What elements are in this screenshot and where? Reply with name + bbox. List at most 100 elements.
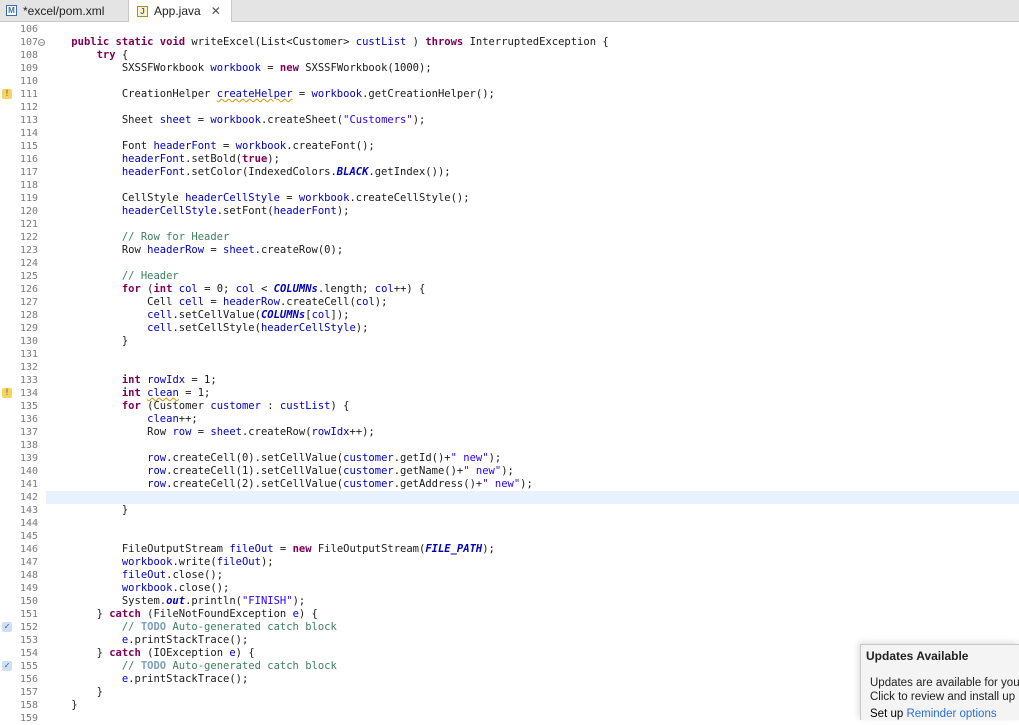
code-line[interactable]: 123 Row headerRow = sheet.createRow(0); [0,244,1019,257]
code-token: = [204,244,224,256]
tab-app-java[interactable]: J App.java ✕ [128,0,232,22]
code-token: CellStyle [46,192,186,204]
code-token: { [121,49,129,61]
code-line[interactable]: 118 [0,179,1019,192]
code-text: int clean = 1; [46,387,211,400]
line-number: 156 [19,674,38,685]
warning-marker-icon[interactable]: ! [2,89,12,99]
code-line[interactable]: 141 row.createCell(2).setCellValue(custo… [0,478,1019,491]
updates-notification[interactable]: Updates Available Updates are available … [860,644,1019,720]
reminder-options-link[interactable]: Reminder options [906,708,996,720]
code-token: (IOException [147,647,230,659]
code-token: workbook [298,192,350,204]
code-line[interactable]: 140 row.createCell(1).setCellValue(custo… [0,465,1019,478]
fold-toggle-icon[interactable]: − [38,39,45,47]
code-token: rowIdx [147,374,186,386]
code-token: sheet [223,244,255,256]
code-editor[interactable]: 106 107− public static void writeExcel(Li… [0,22,1019,724]
code-line[interactable]: 138 [0,439,1019,452]
code-line[interactable]: 143 } [0,504,1019,517]
code-line[interactable]: 139 row.createCell(0).setCellValue(custo… [0,452,1019,465]
code-line[interactable]: 121 [0,218,1019,231]
code-line[interactable]: 148 fileOut.close(); [0,569,1019,582]
code-line[interactable]: 115 Font headerFont = workbook.createFon… [0,140,1019,153]
code-token: ++; [178,413,198,425]
code-line[interactable]: 134! int clean = 1; [0,387,1019,400]
code-line[interactable]: 146 FileOutputStream fileOut = new FileO… [0,543,1019,556]
setup-label: Set up [870,708,904,720]
code-token: col [235,283,255,295]
code-line[interactable]: 129 cell.setCellStyle(headerCellStyle); [0,322,1019,335]
code-line[interactable]: 142 [0,491,1019,504]
code-text: } catch (IOException e) { [46,647,255,660]
task-marker-icon[interactable]: ✓ [2,622,12,632]
code-line[interactable]: 108 try { [0,49,1019,62]
warning-marker-icon[interactable]: ! [2,388,12,398]
notification-message[interactable]: Updates are available for you Click to r… [870,676,1019,704]
code-line[interactable]: 133 int rowIdx = 1; [0,374,1019,387]
code-line[interactable]: 106 [0,23,1019,36]
code-text: fileOut.close(); [46,569,223,582]
code-line[interactable]: 120 headerCellStyle.setFont(headerFont); [0,205,1019,218]
code-line[interactable]: 135 for (Customer customer : custList) { [0,400,1019,413]
code-line[interactable]: 124 [0,257,1019,270]
code-line[interactable]: 111! CreationHelper createHelper = workb… [0,88,1019,101]
code-line[interactable]: 107− public static void writeExcel(List<… [0,36,1019,49]
code-line[interactable]: 145 [0,530,1019,543]
notification-line-2: Click to review and install up [870,691,1016,703]
code-token: // Row for Header [121,231,230,243]
code-token: fileOut [121,569,167,581]
code-line[interactable]: 117 headerFont.setColor(IndexedColors.BL… [0,166,1019,179]
code-token: int [153,283,179,295]
code-line[interactable]: 126 for (int col = 0; col < COLUMNs.leng… [0,283,1019,296]
task-marker-icon[interactable]: ✓ [2,661,12,671]
code-token: BLACK [336,166,369,178]
code-line[interactable]: 113 Sheet sheet = workbook.createSheet("… [0,114,1019,127]
code-text: headerFont.setColor(IndexedColors.BLACK.… [46,166,451,179]
code-line[interactable]: 152 ✓ // TODO Auto-generated catch block [0,621,1019,634]
code-line[interactable]: 150 System.out.println("FINISH"); [0,595,1019,608]
code-token: catch [109,608,148,620]
code-line[interactable]: 119 CellStyle headerCellStyle = workbook… [0,192,1019,205]
code-token: throws [425,36,470,48]
code-line[interactable]: 130 } [0,335,1019,348]
code-token: customer [210,400,261,412]
code-line[interactable]: 112 [0,101,1019,114]
code-line[interactable]: 127 Cell cell = headerRow.createCell(col… [0,296,1019,309]
code-line[interactable]: 131 [0,348,1019,361]
code-token: } [46,686,103,698]
code-line[interactable]: 137 Row row = sheet.createRow(rowIdx++); [0,426,1019,439]
line-number: 130 [19,336,38,347]
code-line[interactable]: 122 // Row for Header [0,231,1019,244]
code-token: } [46,335,129,347]
code-line[interactable]: 110 [0,75,1019,88]
java-file-icon: J [137,5,148,17]
code-token: } [46,699,78,711]
code-line[interactable]: 149 workbook.close(); [0,582,1019,595]
code-token: .createRow( [241,426,312,438]
code-text: public static void writeExcel(List<Custo… [46,36,608,49]
line-number: 157 [19,687,38,698]
code-token: .createRow(0); [254,244,344,256]
code-token: = [273,543,293,555]
line-number: 150 [19,596,38,607]
code-line[interactable]: 144 [0,517,1019,530]
code-line[interactable]: 116 headerFont.setBold(true); [0,153,1019,166]
code-token: true [241,153,268,165]
notification-line-1: Updates are available for you [870,677,1019,689]
tab-pom-xml[interactable]: M *excel/pom.xml [0,0,128,21]
code-line[interactable]: 136 clean++; [0,413,1019,426]
code-line[interactable]: 147 workbook.write(fileOut); [0,556,1019,569]
code-line[interactable]: 132 [0,361,1019,374]
code-line[interactable]: 125 // Header [0,270,1019,283]
code-token: TODO [140,621,167,633]
code-line[interactable]: 109 SXSSFWorkbook workbook = new SXSSFWo… [0,62,1019,75]
code-line[interactable]: 114 [0,127,1019,140]
close-icon[interactable]: ✕ [211,4,221,18]
code-line[interactable]: 151 } catch (FileNotFoundException e) { [0,608,1019,621]
code-line[interactable]: 128 cell.setCellValue(COLUMNs[col]); [0,309,1019,322]
